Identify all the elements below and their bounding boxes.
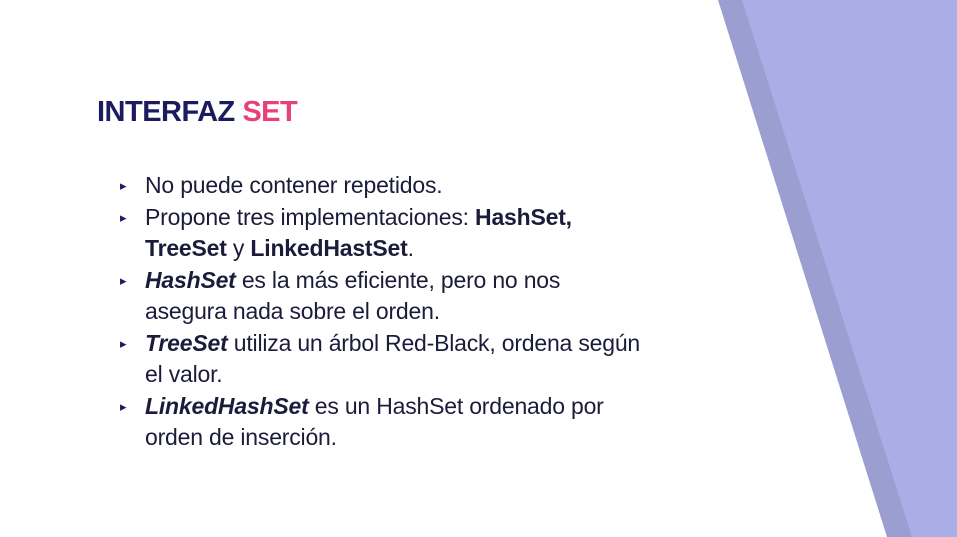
bullet-list: ▸ No puede contener repetidos. ▸ Propone… — [120, 170, 640, 454]
bullet-item: ▸ No puede contener repetidos. — [120, 170, 640, 202]
slide-title-main: INTERFAZ — [97, 96, 235, 128]
bullet-marker-icon: ▸ — [120, 178, 127, 193]
slide-title: INTERFAZ SET — [97, 96, 298, 129]
bullet-item: ▸ TreeSet utiliza un árbol Red-Black, or… — [120, 328, 640, 391]
bullet-term-hashset: HashSet — [145, 266, 236, 293]
bullet-marker-icon: ▸ — [120, 272, 127, 288]
bullet-text: Propone tres implementaciones: — [145, 203, 476, 230]
bullet-term-linkedhashset: LinkedHashSet — [145, 392, 309, 419]
bullet-marker-icon: ▸ — [120, 335, 127, 351]
bullet-strong-hashset: HashSet, — [475, 203, 572, 230]
bullet-strong-treeset: TreeSet — [145, 235, 227, 261]
bullet-item: ▸ LinkedHashSet es un HashSet ordenado p… — [120, 391, 640, 454]
bullet-marker-icon: ▸ — [120, 398, 127, 414]
bullet-strong-linkedhastset: LinkedHastSet — [250, 235, 408, 261]
bullet-marker-icon: ▸ — [120, 209, 127, 225]
bullet-item: ▸ Propone tres implementaciones: HashSet… — [120, 202, 640, 265]
bullet-text: y — [226, 235, 251, 261]
bullet-item: ▸ HashSet es la más eficiente, pero no n… — [120, 265, 640, 328]
bullet-text: No puede contener repetidos. — [145, 172, 443, 198]
slide-title-accent: SET — [242, 96, 298, 128]
bullet-text: . — [407, 235, 414, 261]
bullet-term-treeset: TreeSet — [145, 329, 228, 356]
band-light-panel — [742, 0, 957, 537]
